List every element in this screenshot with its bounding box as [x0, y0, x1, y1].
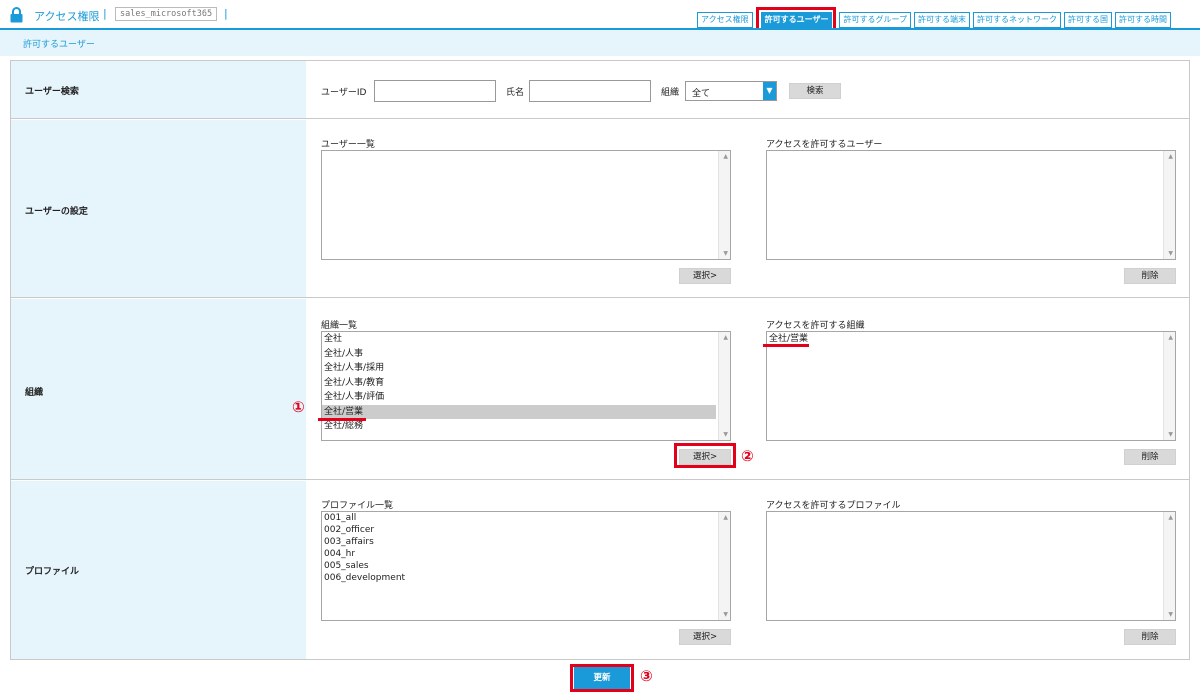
scrollbar[interactable]: ▲ ▼: [1163, 151, 1175, 259]
row-user-search: ユーザー検索 ユーザーID 氏名 組織 全て ▼ 検索: [11, 61, 1189, 119]
allowed-org-label: アクセスを許可する組織: [766, 321, 865, 331]
step-2-highlight-box: [674, 443, 736, 468]
org-option[interactable]: 全社: [322, 332, 730, 347]
step-3-marker: ③: [640, 667, 653, 685]
scroll-down-icon[interactable]: ▼: [723, 611, 728, 618]
allowed-org-list[interactable]: 全社/営業 ▲ ▼: [766, 331, 1176, 441]
profile-option[interactable]: 005_sales: [322, 560, 730, 572]
profile-list-options: 001_all 002_officer 003_affairs 004_hr 0…: [322, 512, 730, 584]
step-1-marker: ①: [292, 398, 305, 416]
org-list-options: 全社 全社/人事 全社/人事/採用 全社/人事/教育 全社/人事/評価 全社/営…: [322, 332, 730, 434]
tab-allowed-countries[interactable]: 許可する国: [1063, 12, 1112, 28]
org-delete-button[interactable]: 削除: [1124, 449, 1176, 465]
org-option-selected[interactable]: 全社/営業: [322, 404, 716, 419]
tab-allowed-times[interactable]: 許可する時間: [1114, 12, 1171, 28]
user-id-input[interactable]: [374, 80, 496, 102]
org-option[interactable]: 全社/人事/教育: [322, 376, 730, 391]
scrollbar[interactable]: ▲ ▼: [1163, 332, 1175, 440]
name-input[interactable]: [529, 80, 651, 102]
header: アクセス権限 | sales_microsoft365 | アクセス権限 許可す…: [0, 0, 1200, 33]
row-label-profile: プロファイル: [25, 567, 80, 577]
row-profile: プロファイル プロファイル一覧 001_all 002_officer 003_…: [11, 481, 1189, 659]
scroll-down-icon[interactable]: ▼: [1168, 250, 1173, 257]
profile-option[interactable]: 002_officer: [322, 524, 730, 536]
user-id-label: ユーザーID: [321, 88, 367, 98]
scroll-up-icon[interactable]: ▲: [1168, 514, 1173, 521]
profile-select-button[interactable]: 選択>: [679, 629, 731, 645]
page-title: アクセス権限: [34, 10, 100, 23]
allowed-profile-list[interactable]: ▲ ▼: [766, 511, 1176, 621]
scroll-down-icon[interactable]: ▼: [1168, 431, 1173, 438]
profile-delete-button[interactable]: 削除: [1124, 629, 1176, 645]
user-list-label: ユーザー一覧: [321, 140, 375, 150]
name-label: 氏名: [506, 88, 525, 98]
allowed-org-underline: [763, 344, 809, 347]
scrollbar[interactable]: ▲ ▼: [718, 332, 730, 440]
scrollbar[interactable]: ▲ ▼: [718, 512, 730, 620]
profile-list[interactable]: 001_all 002_officer 003_affairs 004_hr 0…: [321, 511, 731, 621]
org-list-label: 組織一覧: [321, 321, 358, 331]
scroll-up-icon[interactable]: ▲: [1168, 153, 1173, 160]
chevron-down-icon[interactable]: ▼: [763, 82, 776, 100]
org-option[interactable]: 全社/人事/評価: [322, 390, 730, 405]
allowed-profile-label: アクセスを許可するプロファイル: [766, 501, 901, 511]
scroll-up-icon[interactable]: ▲: [723, 153, 728, 160]
profile-option[interactable]: 006_development: [322, 572, 730, 584]
allowed-user-list[interactable]: ▲ ▼: [766, 150, 1176, 260]
allowed-org-option[interactable]: 全社/営業: [767, 332, 1175, 347]
scroll-up-icon[interactable]: ▲: [723, 514, 728, 521]
update-button[interactable]: 更新: [574, 667, 630, 689]
tab-allowed-devices[interactable]: 許可する端末: [913, 12, 970, 28]
org-filter-value: 全て: [692, 89, 711, 99]
profile-option[interactable]: 003_affairs: [322, 536, 730, 548]
title-separator: |: [103, 7, 107, 20]
search-button[interactable]: 検索: [789, 83, 841, 99]
row-label-organization: 組織: [25, 388, 44, 398]
row-head: ユーザーの設定: [11, 120, 306, 297]
org-option[interactable]: 全社/人事/採用: [322, 361, 730, 376]
user-list[interactable]: ▲ ▼: [321, 150, 731, 260]
tab-allowed-groups[interactable]: 許可するグループ: [839, 12, 911, 28]
row-label-user-search: ユーザー検索: [25, 87, 79, 97]
scrollbar[interactable]: ▲ ▼: [1163, 512, 1175, 620]
user-delete-button[interactable]: 削除: [1124, 268, 1176, 284]
step-2-marker: ②: [741, 447, 754, 465]
org-option[interactable]: 全社/総務: [322, 419, 730, 434]
profile-option[interactable]: 001_all: [322, 512, 730, 524]
profile-option[interactable]: 004_hr: [322, 548, 730, 560]
row-head: ユーザー検索: [11, 61, 306, 118]
org-filter-select[interactable]: 全て ▼: [685, 81, 777, 101]
step-1-underline: [318, 418, 366, 421]
row-label-user-settings: ユーザーの設定: [25, 207, 88, 217]
org-list[interactable]: 全社 全社/人事 全社/人事/採用 全社/人事/教育 全社/人事/評価 全社/営…: [321, 331, 731, 441]
row-organization: 組織 組織一覧 全社 全社/人事 全社/人事/採用 全社/人事/教育 全社/人事…: [11, 299, 1189, 480]
row-head: 組織: [11, 299, 306, 479]
account-name: sales_microsoft365: [115, 7, 218, 21]
scrollbar[interactable]: ▲ ▼: [718, 151, 730, 259]
scroll-up-icon[interactable]: ▲: [723, 334, 728, 341]
scroll-up-icon[interactable]: ▲: [1168, 334, 1173, 341]
scroll-down-icon[interactable]: ▼: [723, 431, 728, 438]
permission-form: ユーザー検索 ユーザーID 氏名 組織 全て ▼ 検索 ユーザーの設定 ユーザー…: [10, 60, 1190, 660]
scroll-down-icon[interactable]: ▼: [723, 250, 728, 257]
org-option[interactable]: 全社/人事: [322, 347, 730, 362]
row-user-settings: ユーザーの設定 ユーザー一覧 ▲ ▼ 選択> アクセスを許可するユーザー ▲ ▼ 削…: [11, 120, 1189, 298]
tab-access-rights[interactable]: アクセス権限: [697, 12, 753, 28]
lock-icon: [10, 7, 23, 23]
scroll-down-icon[interactable]: ▼: [1168, 611, 1173, 618]
org-filter-label: 組織: [661, 88, 680, 98]
row-head: プロファイル: [11, 481, 306, 659]
allowed-user-label: アクセスを許可するユーザー: [766, 140, 883, 150]
section-title: 許可するユーザー: [23, 40, 95, 50]
account-separator: |: [224, 7, 228, 20]
tab-allowed-networks[interactable]: 許可するネットワーク: [972, 12, 1061, 28]
subheader: 許可するユーザー: [0, 30, 1200, 56]
profile-list-label: プロファイル一覧: [321, 501, 394, 511]
user-select-button[interactable]: 選択>: [679, 268, 731, 284]
